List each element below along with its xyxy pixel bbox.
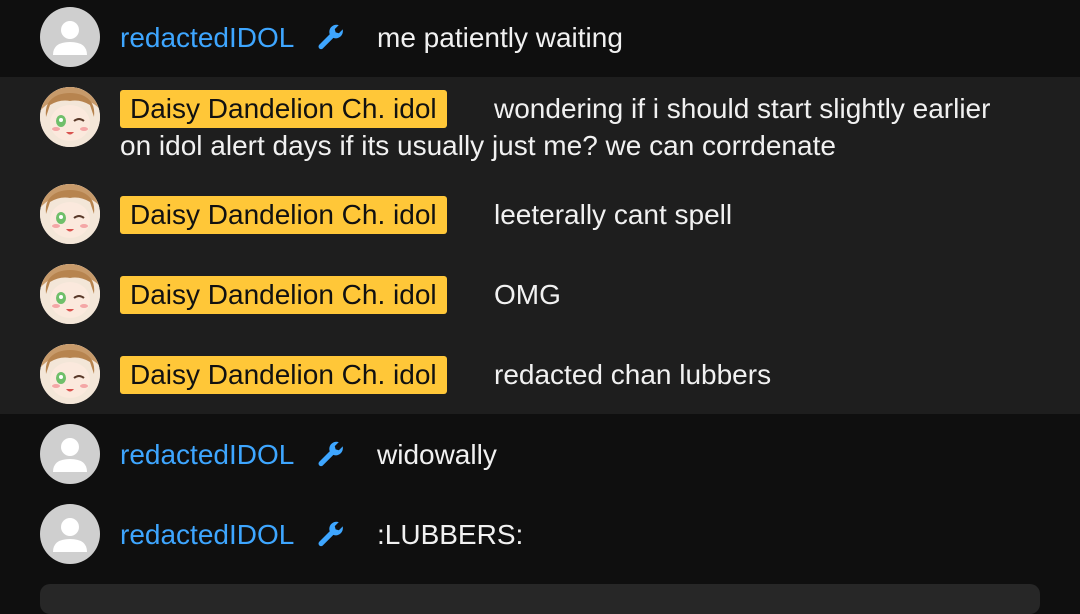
avatar[interactable] <box>40 264 100 324</box>
message-text: me patiently waiting <box>377 22 623 53</box>
owner-author-badge[interactable]: Daisy Dandelion Ch. idol <box>120 276 447 314</box>
avatar[interactable] <box>40 87 100 147</box>
wrench-icon <box>318 24 343 50</box>
chat-message: redactedIDOL :LUBBERS: <box>0 494 1080 574</box>
chat-message: redactedIDOL me patiently waiting <box>0 0 1080 77</box>
anime-avatar-icon <box>40 264 100 324</box>
chat-message: redactedIDOL widowally <box>0 414 1080 494</box>
wrench-icon <box>318 441 343 467</box>
message-text: OMG <box>494 279 561 310</box>
message-text: leeterally cant spell <box>494 199 733 230</box>
avatar[interactable] <box>40 184 100 244</box>
avatar[interactable] <box>40 504 100 564</box>
message-text: :LUBBERS: <box>377 519 524 550</box>
live-chat: redactedIDOL me patiently waiting Daisy … <box>0 0 1080 614</box>
avatar[interactable] <box>40 344 100 404</box>
chat-message: Daisy Dandelion Ch. idol redacted chan l… <box>0 337 1080 414</box>
chat-message: Daisy Dandelion Ch. idol wondering if i … <box>0 77 1080 177</box>
message-text: wondering if i should start slightly ear… <box>120 90 1020 164</box>
message-text-content: wondering if i should start slightly ear… <box>120 93 991 161</box>
anime-avatar-icon <box>40 344 100 404</box>
person-icon <box>53 518 87 552</box>
owner-author-badge[interactable]: Daisy Dandelion Ch. idol <box>120 356 447 394</box>
message-text: widowally <box>377 439 497 470</box>
message-text: redacted chan lubbers <box>494 359 772 390</box>
author-name[interactable]: redactedIDOL <box>120 20 294 56</box>
chat-message: Daisy Dandelion Ch. idol OMG <box>0 257 1080 337</box>
chat-message: Daisy Dandelion Ch. idol leeterally cant… <box>0 177 1080 257</box>
person-icon <box>53 438 87 472</box>
avatar[interactable] <box>40 7 100 67</box>
author-name[interactable]: redactedIDOL <box>120 437 294 473</box>
anime-avatar-icon <box>40 87 100 147</box>
wrench-icon <box>318 521 343 547</box>
chat-input-bar[interactable] <box>40 584 1040 614</box>
author-name[interactable]: redactedIDOL <box>120 517 294 553</box>
person-icon <box>53 21 87 55</box>
anime-avatar-icon <box>40 184 100 244</box>
owner-author-badge[interactable]: Daisy Dandelion Ch. idol <box>120 196 447 234</box>
avatar[interactable] <box>40 424 100 484</box>
